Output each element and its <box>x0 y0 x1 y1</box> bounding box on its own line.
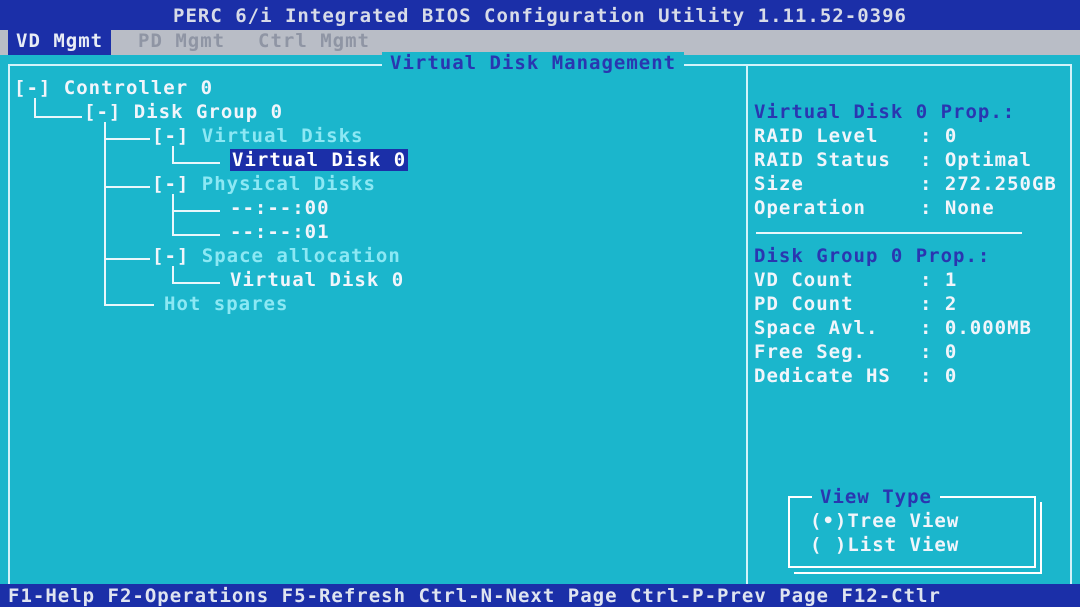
dg-prop-row: PD Count <box>754 293 854 315</box>
tab-ctrl-mgmt[interactable]: Ctrl Mgmt <box>250 30 378 55</box>
tree-connector <box>34 98 36 118</box>
tree-hot-spares[interactable]: Hot spares <box>164 293 288 315</box>
tree-connector <box>172 162 220 164</box>
dg-prop-row: Space Avl. <box>754 317 878 339</box>
prop-label: Free Seg. <box>754 341 866 363</box>
raid-status-value: Optimal <box>944 149 1032 171</box>
tree-connector <box>104 186 150 188</box>
tree-space-virtual-disk-0[interactable]: Virtual Disk 0 <box>230 269 404 291</box>
raid-level-value: 0 <box>944 125 958 147</box>
tree-connector <box>172 282 220 284</box>
dedicate-hs-value: 0 <box>944 365 958 387</box>
list-view-option[interactable]: ( )List View <box>810 534 959 556</box>
tree-connector <box>104 122 106 306</box>
tab-vd-mgmt[interactable]: VD Mgmt <box>8 30 112 55</box>
prop-label: PD Count <box>754 293 854 315</box>
tree-connector <box>34 116 82 118</box>
vd-prop-row: RAID Status <box>754 149 891 171</box>
prop-value: : 0 <box>920 341 958 363</box>
dg-prop-row: VD Count <box>754 269 854 291</box>
pd-count-value: 2 <box>944 293 958 315</box>
expander-icon: [-] <box>152 245 190 267</box>
prop-label: RAID Status <box>754 149 891 171</box>
tree-space-allocation-node[interactable]: [-] Space allocation <box>152 245 401 267</box>
selected-virtual-disk: Virtual Disk 0 <box>230 149 409 171</box>
tree-virtual-disks-node[interactable]: [-] Virtual Disks <box>152 125 364 147</box>
size-value: 272.250GB <box>944 173 1057 195</box>
prop-label: VD Count <box>754 269 854 291</box>
operation-value: None <box>944 197 995 219</box>
prop-label: Space Avl. <box>754 317 879 339</box>
tree-disk-group[interactable]: [-] Disk Group 0 <box>84 101 283 123</box>
vd-prop-row: Operation <box>754 197 866 219</box>
title-bar: PERC 6/i Integrated BIOS Configuration U… <box>0 0 1080 30</box>
prop-value: : Optimal <box>920 149 1032 171</box>
tree-space-allocation-label: Space allocation <box>201 245 401 267</box>
vd-prop-row: RAID Level <box>754 125 878 147</box>
expander-icon: [-] <box>152 173 190 195</box>
prop-value: : 272.250GB <box>920 173 1057 195</box>
tree-view-option[interactable]: (•)Tree View <box>810 510 959 532</box>
radio-unselected-icon: ( ) <box>810 534 848 556</box>
vd-props-heading: Virtual Disk 0 Prop.: <box>754 101 1016 123</box>
prop-value: : 2 <box>920 293 958 315</box>
prop-label: Operation <box>754 197 866 219</box>
tree-connector <box>104 138 150 140</box>
dg-prop-row: Dedicate HS <box>754 365 891 387</box>
free-seg-value: 0 <box>944 341 958 363</box>
status-bar: F1-Help F2-Operations F5-Refresh Ctrl-N-… <box>0 584 1080 607</box>
tree-connector <box>172 234 220 236</box>
props-divider <box>756 232 1022 234</box>
tree-connector <box>104 258 150 260</box>
tree-connector <box>104 304 154 306</box>
tree-physical-disk-01[interactable]: --:--:01 <box>230 221 330 243</box>
prop-label: Size <box>754 173 804 195</box>
tree-physical-disks-label: Physical Disks <box>201 173 376 195</box>
prop-value: : 0.000MB <box>920 317 1032 339</box>
radio-selected-icon: (•) <box>810 510 848 532</box>
tree-controller[interactable]: [-] Controller 0 <box>14 77 213 99</box>
tree-view-label: Tree View <box>847 510 960 532</box>
prop-value: : 0 <box>920 365 958 387</box>
panel-title: Virtual Disk Management <box>382 52 685 74</box>
panel-separator <box>746 66 748 584</box>
prop-value: : None <box>920 197 995 219</box>
tree-virtual-disks-label: Virtual Disks <box>201 125 364 147</box>
tree-connector <box>172 210 220 212</box>
prop-value: : 0 <box>920 125 958 147</box>
expander-icon: [-] <box>152 125 190 147</box>
space-avl-value: 0.000MB <box>944 317 1032 339</box>
prop-value: : 1 <box>920 269 958 291</box>
tree-physical-disks-node[interactable]: [-] Physical Disks <box>152 173 376 195</box>
tree-virtual-disk-0[interactable]: Virtual Disk 0 <box>230 149 409 171</box>
view-type-title: View Type <box>812 486 940 508</box>
prop-label: RAID Level <box>754 125 879 147</box>
vd-count-value: 1 <box>944 269 958 291</box>
tab-pd-mgmt[interactable]: PD Mgmt <box>130 30 233 55</box>
tree-connector <box>172 194 174 236</box>
prop-label: Dedicate HS <box>754 365 891 387</box>
tree-physical-disk-00[interactable]: --:--:00 <box>230 197 330 219</box>
dg-prop-row: Free Seg. <box>754 341 866 363</box>
vd-prop-row: Size <box>754 173 804 195</box>
list-view-label: List View <box>847 534 960 556</box>
dg-props-heading: Disk Group 0 Prop.: <box>754 245 991 267</box>
